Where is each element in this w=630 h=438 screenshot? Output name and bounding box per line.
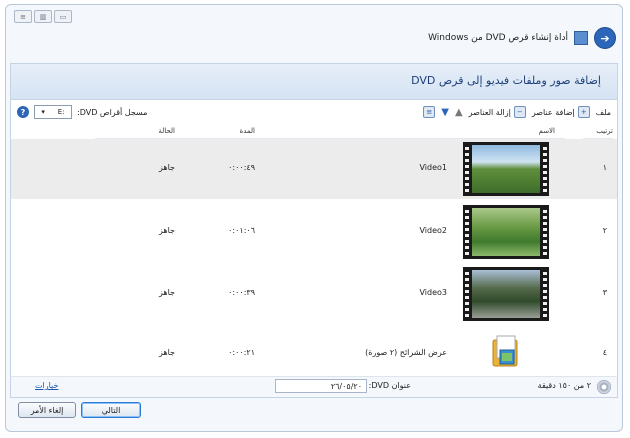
row-status: جاهز xyxy=(158,163,175,172)
help-icon[interactable]: ? xyxy=(17,106,29,118)
add-icon: + xyxy=(577,106,590,118)
remove-items-label: إزالة العناصر xyxy=(468,107,511,117)
row-name: Video2 xyxy=(419,226,447,235)
remove-icon: − xyxy=(513,106,526,118)
page-title: إضافة صور وملفات فيديو إلى قرص DVD xyxy=(411,74,601,87)
row-status: جاهز xyxy=(158,348,175,357)
row-name: Video1 xyxy=(419,163,447,172)
col-header-duration[interactable]: المدة xyxy=(175,124,255,139)
row-status: جاهز xyxy=(158,288,175,297)
row-name: Video3 xyxy=(419,288,447,297)
dvd-maker-window: ≡ ▥ ▭ ➔ أداة إنشاء قرص DVD من Windows إض… xyxy=(5,4,623,432)
toolbar: ملف + إضافة عناصر − إزالة العناصر ▲ ▼ ≡ … xyxy=(10,99,618,125)
col-header-order[interactable]: ترتيب xyxy=(583,124,613,139)
burner-label: مسجل أقراص DVD: xyxy=(77,107,148,117)
arrow-down-icon: ▼ xyxy=(441,106,449,118)
close-button[interactable]: ≡ xyxy=(14,10,32,23)
move-down-button[interactable]: ▼ xyxy=(441,107,449,118)
move-up-button[interactable]: ▲ xyxy=(455,107,463,118)
video-thumbnail xyxy=(463,142,549,196)
table-row[interactable]: ٤ عرض الشرائح (٢ صورة) ٠:٠٠:٢١ جاهز xyxy=(11,324,617,384)
title-bar: ➔ أداة إنشاء قرص DVD من Windows xyxy=(428,27,616,49)
dvd-maker-app-icon xyxy=(574,31,588,45)
cancel-button[interactable]: إلغاء الأمر xyxy=(18,402,76,418)
row-order: ٤ xyxy=(602,348,607,357)
dvd-title-input[interactable]: ٢٦/٠٥/٢٠ xyxy=(275,379,367,393)
row-order: ١ xyxy=(602,163,607,172)
remove-items-button[interactable]: − إزالة العناصر xyxy=(469,106,526,118)
row-duration: ٠:٠٠:٣٩ xyxy=(228,288,255,297)
row-duration: ٠:٠٠:٤٩ xyxy=(228,163,255,172)
maximize-button[interactable]: ▥ xyxy=(34,10,52,23)
table-row[interactable]: ٢ Video2 ٠:٠١:٠٦ جاهز xyxy=(11,202,617,262)
dvd-title-label: عنوان DVD: xyxy=(368,381,411,390)
add-items-label: إضافة عناصر xyxy=(531,107,575,117)
row-duration: ٠:٠١:٠٦ xyxy=(228,226,255,235)
minutes-used: ٢ من ١٥٠ دقيقة xyxy=(537,381,591,390)
video-thumbnail xyxy=(463,267,549,321)
table-row[interactable]: ١ Video1 ٠:٠٠:٤٩ جاهز xyxy=(11,139,617,199)
options-link[interactable]: خيارات xyxy=(35,381,58,390)
minimize-button[interactable]: ▭ xyxy=(54,10,72,23)
row-name: عرض الشرائح (٢ صورة) xyxy=(365,348,447,357)
file-menu-label: ملف xyxy=(595,107,611,117)
window-controls: ≡ ▥ ▭ xyxy=(14,10,72,23)
status-bar: ٢ من ١٥٠ دقيقة عنوان DVD: ٢٦/٠٥/٢٠ خيارا… xyxy=(10,376,618,398)
video-thumbnail xyxy=(463,205,549,259)
burner-area: ? ▾ E: مسجل أقراص DVD: xyxy=(17,105,147,119)
row-status: جاهز xyxy=(158,226,175,235)
back-arrow-icon[interactable]: ➔ xyxy=(594,27,616,49)
burner-select-value: E: xyxy=(57,108,65,116)
window-title: أداة إنشاء قرص DVD من Windows xyxy=(428,33,568,43)
burner-select[interactable]: ▾ E: xyxy=(34,105,72,119)
add-items-button[interactable]: + إضافة عناصر xyxy=(532,106,590,118)
row-order: ٢ xyxy=(602,226,607,235)
col-header-name[interactable]: الاسم xyxy=(225,124,565,139)
arrow-up-icon: ▲ xyxy=(454,106,463,118)
properties-button[interactable]: ≡ xyxy=(423,106,436,118)
table-row[interactable]: ٣ Video3 ٠:٠٠:٣٩ جاهز xyxy=(11,264,617,324)
list-icon: ≡ xyxy=(423,106,436,118)
slideshow-folder-icon xyxy=(492,335,518,367)
col-header-status[interactable]: الحالة xyxy=(95,124,175,139)
file-menu[interactable]: ملف xyxy=(596,108,611,117)
chevron-down-icon: ▾ xyxy=(41,108,45,116)
row-duration: ٠:٠٠:٢١ xyxy=(228,348,255,357)
next-button[interactable]: التالي xyxy=(81,402,141,418)
disc-icon xyxy=(597,380,611,394)
row-order: ٣ xyxy=(602,288,607,297)
page-header: إضافة صور وملفات فيديو إلى قرص DVD xyxy=(10,63,618,100)
items-table: ترتيب الاسم المدة الحالة ١ Video1 ٠:٠٠:٤… xyxy=(10,124,618,377)
